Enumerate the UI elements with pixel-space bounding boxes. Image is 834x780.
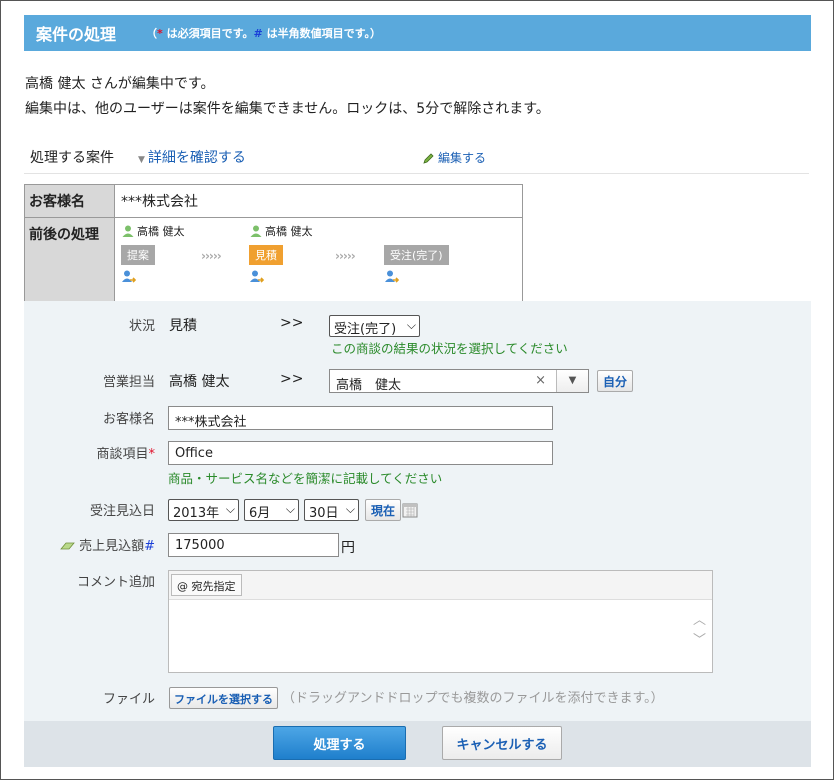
assign-user-icon[interactable] [249, 269, 313, 285]
sales-current: 高橋 健太 [169, 374, 230, 390]
item-label: 商談項目* [96, 447, 155, 462]
item-hint: 商品・サービス名などを簡潔に記載してください [168, 471, 443, 486]
process-form: 状況 見積 >> 受注(完了) ⌵ この商談の結果の状況を選択してください 営業担… [24, 301, 811, 721]
stage-badge: 見積 [249, 245, 283, 265]
lock-message-line2: 編集中は、他のユーザーは案件を編集できません。ロックは、5分で解除されます。 [25, 101, 550, 117]
chevron-down-icon: ⌵ [345, 502, 355, 516]
mention-button[interactable]: @ 宛先指定 [171, 574, 242, 596]
comment-label: コメント追加 [76, 575, 155, 590]
self-button[interactable]: 自分 [597, 370, 634, 392]
status-arrow: >> [280, 315, 304, 331]
detail-link[interactable]: ▼ 詳細を確認する [138, 147, 246, 167]
chevron-up-icon: ︿ [692, 613, 706, 628]
cancel-button[interactable]: キャンセルする [442, 726, 562, 760]
comment-toolbar: @ 宛先指定 [169, 571, 712, 600]
stage-quote: 高橋 健太 見積 [249, 223, 313, 285]
stage-badge: 受注(完了) [384, 245, 449, 265]
footer-bar: 処理する キャンセルする [24, 721, 811, 767]
amount-label: 売上見込額# [60, 535, 155, 554]
sales-label: 営業担当 [102, 375, 155, 390]
year-select[interactable]: 2013年 ⌵ [168, 499, 239, 521]
clear-icon[interactable]: × [535, 373, 546, 388]
comment-editor[interactable]: @ 宛先指定 ︿ ﹀ [168, 570, 713, 673]
customer-value: ***株式会社 [114, 184, 523, 218]
flow-cell: 高橋 健太 提案 ››››› 高橋 健太 見積 ››››› 受注(完了) [114, 217, 523, 305]
status-select[interactable]: 受注(完了) ⌵ [329, 315, 420, 337]
amount-unit: 円 [341, 540, 355, 556]
lock-message-line1: 高橋 健太 さんが編集中です。 [25, 76, 215, 92]
required-note: （* は必須項目です。# は半角数値項目です。） [146, 27, 381, 40]
chevron-down-icon: ﹀ [692, 633, 706, 648]
customer-header: お客様名 [24, 184, 115, 218]
case-info-table: お客様名 ***株式会社 前後の処理 高橋 健太 提案 ››››› 高橋 健太 … [24, 184, 523, 305]
stage-badge: 提案 [121, 245, 155, 265]
case-label: 処理する案件 [30, 150, 114, 166]
chevron-down-icon: ⌵ [406, 318, 416, 332]
user-icon [250, 225, 262, 237]
stage-order: 受注(完了) [384, 223, 449, 285]
assign-user-icon[interactable] [121, 269, 185, 285]
day-select[interactable]: 30日 ⌵ [304, 499, 359, 521]
page-header: 案件の処理 （* は必須項目です。# は半角数値項目です。） [24, 15, 811, 51]
chevrons: ››››› [335, 249, 356, 263]
item-input[interactable]: Office [168, 441, 553, 465]
stage-user: 高橋 健太 [249, 223, 313, 239]
status-hint: この商談の結果の状況を選択してください [331, 341, 568, 356]
file-label: ファイル [102, 692, 155, 707]
chevrons: ››››› [201, 249, 222, 263]
stage-user [384, 223, 449, 239]
status-current: 見積 [169, 318, 197, 334]
flow-header: 前後の処理 [24, 217, 115, 305]
user-icon [122, 225, 134, 237]
chevron-down-icon: ⌵ [225, 502, 235, 516]
dropdown-icon[interactable]: ▼ [556, 370, 588, 392]
dialog-frame: 案件の処理 （* は必須項目です。# は半角数値項目です。） 高橋 健太 さんが… [0, 0, 834, 780]
amount-input[interactable]: 175000 [168, 533, 339, 557]
sales-arrow: >> [280, 371, 304, 387]
stage-user: 高橋 健太 [121, 223, 185, 239]
assign-user-icon[interactable] [384, 269, 449, 285]
sales-combo[interactable]: 高橋 健太 × ▼ [329, 369, 589, 393]
stage-proposal: 高橋 健太 提案 [121, 223, 185, 285]
eraser-icon [60, 542, 75, 550]
date-label: 受注見込日 [89, 504, 155, 519]
process-flow: 高橋 健太 提案 ››››› 高橋 健太 見積 ››››› 受注(完了) [121, 223, 516, 299]
month-select[interactable]: 6月 ⌵ [244, 499, 299, 521]
now-button[interactable]: 現在 [365, 499, 402, 521]
customer-input[interactable]: ***株式会社 [168, 406, 553, 430]
case-row: 処理する案件 ▼ 詳細を確認する 編集する [24, 145, 809, 174]
status-label: 状況 [128, 319, 155, 334]
chevron-down-icon: ⌵ [285, 502, 295, 516]
pencil-icon [423, 153, 434, 164]
edit-link[interactable]: 編集する [423, 149, 486, 166]
page-title: 案件の処理 [36, 25, 117, 44]
scrollbar-arrows[interactable]: ︿ ﹀ [693, 611, 706, 651]
file-hint: （ドラッグアンドドロップでも複数のファイルを添付できます。） [282, 691, 664, 706]
sales-combo-value: 高橋 健太 [336, 378, 402, 393]
submit-button[interactable]: 処理する [273, 726, 406, 760]
customer-label: お客様名 [102, 412, 155, 427]
triangle-down-icon: ▼ [138, 155, 145, 165]
calendar-icon[interactable] [402, 502, 418, 518]
choose-file-button[interactable]: ファイルを選択する [169, 687, 278, 709]
